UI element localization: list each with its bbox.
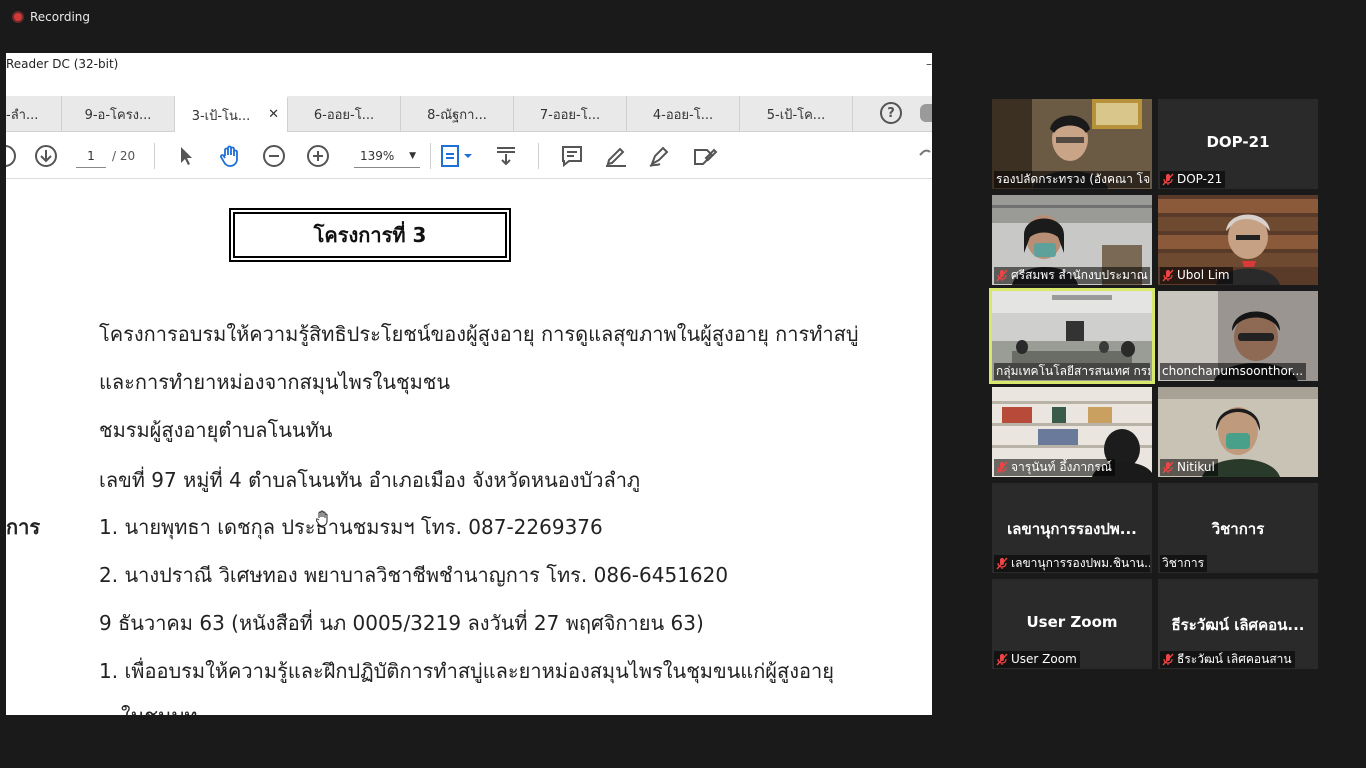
participant-tile[interactable]: เลขานุการรองปพ... เลขานุการรองปพม.ชินาน.… xyxy=(992,483,1152,573)
page-up-icon[interactable] xyxy=(6,144,16,168)
sign-icon[interactable] xyxy=(648,144,672,168)
tab-label: -ลำ... xyxy=(6,107,39,123)
chevron-down-icon: ▼ xyxy=(409,150,416,161)
muted-mic-icon xyxy=(996,557,1008,570)
close-tab-icon[interactable]: ✕ xyxy=(268,107,279,122)
participant-name-label: วิชาการ xyxy=(1160,555,1208,572)
participant-name-label: ศรีสมพร สำนักงบประมาณ xyxy=(994,267,1150,284)
participant-tile[interactable]: Ubol Lim xyxy=(1158,195,1318,285)
participant-display-name: ธีระวัฒน์ เลิศคอน... xyxy=(1171,616,1305,634)
doc-line-3: ชมรมผู้สูงอายุตำบลโนนทัน xyxy=(99,418,333,442)
zoom-select[interactable]: 139% ▼ xyxy=(354,144,420,168)
zoom-in-icon[interactable] xyxy=(306,144,330,168)
doc-line-4: เลขที่ 97 หมู่ที่ 4 ตำบลโนนทัน อำเภอเมือ… xyxy=(99,468,641,492)
tab-doc-1[interactable]: -ลำ... xyxy=(6,96,62,132)
doc-line-7: 9 ธันวาคม 63 (หนังสือที่ นภ 0005/3219 ลง… xyxy=(99,611,704,635)
muted-mic-icon xyxy=(1162,461,1174,474)
tab-doc-4[interactable]: 6-ออย-โ... xyxy=(288,96,401,132)
recording-label: Recording xyxy=(30,10,91,24)
hand-cursor-icon xyxy=(316,510,328,526)
participant-tile[interactable]: วิชาการ วิชาการ xyxy=(1158,483,1318,573)
participant-name-label: Nitikul xyxy=(1160,459,1218,476)
participant-name-label: chonchanumsoonthor... xyxy=(1160,363,1307,380)
participant-name-label: Ubol Lim xyxy=(1160,267,1233,284)
doc-line-6: 2. นางปราณี วิเศษทอง พยาบาลวิชาชีพชำนาญก… xyxy=(99,563,729,587)
doc-line-8: 1. เพื่ออบรมให้ความรู้และฝึกปฏิบัติการทำ… xyxy=(99,659,834,683)
participant-tile[interactable]: จารุนันท์ อึ้งภากรณ์ xyxy=(992,387,1152,477)
participant-name-label: ธีระวัฒน์ เลิศคอนสาน xyxy=(1160,651,1295,668)
participant-tile[interactable]: User Zoom User Zoom xyxy=(992,579,1152,669)
participant-tile[interactable]: Nitikul xyxy=(1158,387,1318,477)
doc-side-label: การ xyxy=(6,515,41,539)
zoom-out-icon[interactable] xyxy=(262,144,286,168)
pdf-document-page[interactable]: โครงการที่ 3 โครงการอบรมให้ความรู้สิทธิป… xyxy=(6,180,932,715)
muted-mic-icon xyxy=(996,653,1008,666)
participant-tile[interactable]: ธีระวัฒน์ เลิศคอน... ธีระวัฒน์ เลิศคอนสา… xyxy=(1158,579,1318,669)
tab-label: 7-ออย-โ... xyxy=(539,107,601,123)
tab-doc-8[interactable]: 5-เป้-โค... xyxy=(740,96,853,132)
shared-screen: Reader DC (32-bit) – -ลำ... 9-อ-โครง... … xyxy=(6,53,932,715)
participant-name-label: User Zoom xyxy=(994,651,1080,668)
project-title-box: โครงการที่ 3 xyxy=(229,208,511,262)
tab-label: 9-อ-โครง... xyxy=(84,107,152,123)
help-icon[interactable]: ? xyxy=(880,102,902,124)
doc-line-9: ในชนบท xyxy=(121,700,198,715)
doc-line-2: และการทำยาหม่องจากสมุนไพรในชุมชน xyxy=(99,370,451,394)
edit-pdf-icon[interactable] xyxy=(692,144,718,168)
tab-doc-5[interactable]: 8-ณัฐกา... xyxy=(401,96,514,132)
minimize-icon[interactable]: – xyxy=(926,53,932,76)
participant-display-name: วิชาการ xyxy=(1211,520,1265,538)
scroll-mode-icon[interactable] xyxy=(494,144,518,168)
tab-label: 6-ออย-โ... xyxy=(313,107,375,123)
participant-name-label: เลขานุการรองปพม.ชินาน... xyxy=(994,555,1150,572)
participant-tile[interactable]: chonchanumsoonthor... xyxy=(1158,291,1318,381)
tab-label: 5-เป้-โค... xyxy=(766,107,826,123)
participant-tile[interactable]: DOP-21 DOP-21 xyxy=(1158,99,1318,189)
reader-window-title: Reader DC (32-bit) xyxy=(6,57,119,71)
participant-name-label: จารุนันท์ อึ้งภากรณ์ xyxy=(994,459,1115,476)
tab-label: 4-ออย-โ... xyxy=(652,107,714,123)
tab-doc-6[interactable]: 7-ออย-โ... xyxy=(514,96,627,132)
participant-display-name: User Zoom xyxy=(1026,613,1118,631)
tab-doc-7[interactable]: 4-ออย-โ... xyxy=(627,96,740,132)
recording-indicator[interactable]: Recording xyxy=(12,10,90,24)
participant-name-label: กลุ่มเทคโนโลยีสารสนเทศ กรม... xyxy=(994,363,1150,380)
page-number-input[interactable]: 1 xyxy=(76,144,106,168)
muted-mic-icon xyxy=(1162,653,1174,666)
zoom-meeting-window: Recording Reader DC (32-bit) – -ลำ... 9-… xyxy=(0,0,1366,768)
zoom-value: 139% xyxy=(360,148,395,163)
doc-line-5: 1. นายพุทธา เดชกุล ประธานชมรมฯ โทร. 087-… xyxy=(99,515,603,539)
participant-display-name: DOP-21 xyxy=(1206,133,1270,151)
fit-page-icon[interactable] xyxy=(440,144,474,168)
page-down-icon[interactable] xyxy=(34,144,58,168)
participant-tile-active-speaker[interactable]: กลุ่มเทคโนโลยีสารสนเทศ กรม... xyxy=(989,288,1155,384)
page-total: / 20 xyxy=(112,149,136,163)
participant-display-name: เลขานุการรองปพ... xyxy=(1007,520,1137,538)
participant-name-label: DOP-21 xyxy=(1160,171,1226,188)
tab-label: 3-เป้-โน... xyxy=(191,108,251,124)
link-icon[interactable] xyxy=(918,144,932,168)
muted-mic-icon xyxy=(996,269,1008,282)
reader-title-bar: Reader DC (32-bit) – xyxy=(6,53,932,76)
project-title: โครงการที่ 3 xyxy=(233,212,507,258)
notification-icon[interactable] xyxy=(920,104,932,122)
muted-mic-icon xyxy=(1162,269,1174,282)
select-tool-icon[interactable] xyxy=(176,144,196,168)
comment-icon[interactable] xyxy=(560,144,584,168)
muted-mic-icon xyxy=(1162,173,1174,186)
participant-tile[interactable]: รองปลัดกระทรวง (อังคณา โจ... xyxy=(992,99,1152,189)
recording-dot-icon xyxy=(12,11,24,23)
tab-doc-3-active[interactable]: 3-เป้-โน... ✕ xyxy=(175,96,288,132)
doc-line-1: โครงการอบรมให้ความรู้สิทธิประโยชน์ของผู้… xyxy=(99,322,859,346)
tab-doc-2[interactable]: 9-อ-โครง... xyxy=(62,96,175,132)
participant-name-label: รองปลัดกระทรวง (อังคณา โจ... xyxy=(994,171,1150,188)
hand-tool-icon[interactable] xyxy=(218,144,242,168)
document-tabs: -ลำ... 9-อ-โครง... 3-เป้-โน... ✕ 6-ออย-โ.… xyxy=(6,96,932,132)
tab-label: 8-ณัฐกา... xyxy=(427,107,487,123)
highlight-icon[interactable] xyxy=(604,144,628,168)
muted-mic-icon xyxy=(996,461,1008,474)
participant-tile[interactable]: ศรีสมพร สำนักงบประมาณ xyxy=(992,195,1152,285)
reader-toolbar: 1 / 20 139% ▼ xyxy=(6,133,932,179)
